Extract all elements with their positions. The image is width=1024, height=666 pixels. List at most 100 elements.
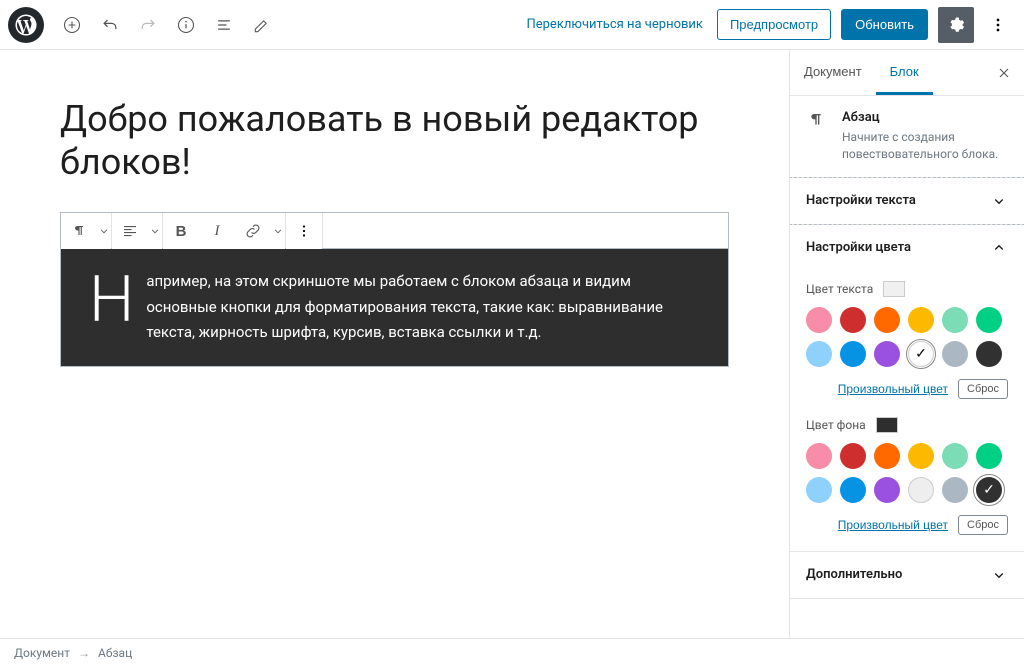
- dropcap: Н: [89, 273, 134, 327]
- switch-to-draft-link[interactable]: Переключиться на черновик: [514, 17, 715, 32]
- custom-text-color-link[interactable]: Произвольный цвет: [838, 382, 948, 396]
- block-more-button[interactable]: [286, 213, 322, 249]
- color-option[interactable]: [908, 477, 934, 503]
- link-button[interactable]: [235, 213, 271, 249]
- chevron-down-icon: [148, 222, 162, 240]
- color-option[interactable]: [874, 341, 900, 367]
- color-option[interactable]: [908, 307, 934, 333]
- chevron-down-icon: [990, 192, 1008, 210]
- settings-sidebar: Документ Блок Абзац Начните с создания п…: [789, 50, 1024, 638]
- editor-canvas: Добро пожаловать в новый редактор блоков…: [0, 50, 789, 638]
- outline-button[interactable]: [206, 7, 242, 43]
- add-block-button[interactable]: [54, 7, 90, 43]
- reset-text-color-button[interactable]: Сброс: [958, 379, 1008, 399]
- italic-button[interactable]: I: [199, 213, 235, 249]
- paragraph-block[interactable]: Н апример, на этом скриншоте мы работаем…: [61, 249, 728, 366]
- dots-vertical-icon: [988, 15, 1008, 35]
- breadcrumb: Документ → Абзац: [0, 638, 1024, 666]
- bg-color-swatch: [876, 417, 898, 433]
- check-icon: ✓: [976, 477, 1002, 503]
- breadcrumb-current[interactable]: Абзац: [98, 646, 132, 660]
- color-option[interactable]: [874, 477, 900, 503]
- panel-text-settings[interactable]: Настройки текста: [789, 177, 1024, 225]
- block-type-button[interactable]: [61, 213, 97, 249]
- align-left-icon: [121, 222, 139, 240]
- bg-color-label: Цвет фона: [806, 418, 866, 432]
- paragraph-icon: [70, 222, 88, 240]
- edit-button[interactable]: [244, 7, 280, 43]
- preview-button[interactable]: Предпросмотр: [717, 9, 831, 40]
- block-toolbar: B I: [61, 213, 728, 249]
- text-color-palette: ✓: [806, 307, 1008, 367]
- check-icon: ✓: [909, 342, 933, 366]
- block-info-desc: Начните с создания повествовательного бл…: [842, 129, 1008, 163]
- color-option[interactable]: [976, 341, 1002, 367]
- color-option[interactable]: [874, 307, 900, 333]
- color-option[interactable]: [942, 341, 968, 367]
- dots-vertical-icon: [295, 222, 313, 240]
- sidebar-tabs: Документ Блок: [790, 50, 1024, 96]
- color-option[interactable]: [942, 477, 968, 503]
- reset-bg-color-button[interactable]: Сброс: [958, 515, 1008, 535]
- top-toolbar: Переключиться на черновик Предпросмотр О…: [0, 0, 1024, 50]
- tab-document[interactable]: Документ: [790, 50, 876, 95]
- undo-button[interactable]: [92, 7, 128, 43]
- plus-circle-icon: [62, 15, 82, 35]
- text-color-swatch: [883, 281, 905, 297]
- custom-bg-color-link[interactable]: Произвольный цвет: [838, 518, 948, 532]
- paragraph-block-wrapper: B I Н апример, на этом скриншоте мы рабо…: [60, 212, 729, 367]
- redo-icon: [138, 15, 158, 35]
- list-icon: [214, 15, 234, 35]
- color-option[interactable]: ✓: [908, 341, 934, 367]
- color-option[interactable]: [840, 443, 866, 469]
- close-icon: [996, 65, 1012, 81]
- block-type-dropdown[interactable]: [97, 213, 111, 249]
- chevron-up-icon: [990, 239, 1008, 257]
- color-option[interactable]: [976, 307, 1002, 333]
- link-icon: [244, 222, 262, 240]
- update-button[interactable]: Обновить: [841, 9, 928, 40]
- color-option[interactable]: [976, 443, 1002, 469]
- color-option[interactable]: [840, 341, 866, 367]
- block-info: Абзац Начните с создания повествовательн…: [790, 96, 1024, 178]
- breadcrumb-root[interactable]: Документ: [14, 646, 70, 660]
- wordpress-logo[interactable]: [8, 7, 44, 43]
- color-option[interactable]: [942, 443, 968, 469]
- chevron-down-icon: [271, 222, 285, 240]
- close-sidebar-button[interactable]: [984, 50, 1024, 95]
- post-title[interactable]: Добро пожаловать в новый редактор блоков…: [60, 98, 729, 184]
- panel-color-settings[interactable]: Настройки цвета: [790, 225, 1024, 271]
- color-option[interactable]: [806, 307, 832, 333]
- color-option[interactable]: [806, 341, 832, 367]
- paragraph-text: апример, на этом скриншоте мы работаем с…: [146, 272, 663, 341]
- gear-icon: [947, 16, 965, 34]
- align-button[interactable]: [112, 213, 148, 249]
- chevron-down-icon: [990, 566, 1008, 584]
- text-color-label: Цвет текста: [806, 282, 873, 296]
- color-option[interactable]: [840, 307, 866, 333]
- wordpress-icon: [15, 14, 37, 36]
- paragraph-icon: [806, 110, 828, 163]
- undo-icon: [100, 15, 120, 35]
- color-option[interactable]: [942, 307, 968, 333]
- pencil-icon: [252, 15, 272, 35]
- color-option[interactable]: [874, 443, 900, 469]
- color-option[interactable]: [908, 443, 934, 469]
- color-option[interactable]: [806, 443, 832, 469]
- redo-button[interactable]: [130, 7, 166, 43]
- bold-button[interactable]: B: [163, 213, 199, 249]
- color-option[interactable]: [806, 477, 832, 503]
- chevron-down-icon: [97, 222, 111, 240]
- color-option[interactable]: [840, 477, 866, 503]
- bg-color-palette: ✓: [806, 443, 1008, 503]
- tab-block[interactable]: Блок: [876, 50, 933, 95]
- settings-button[interactable]: [938, 7, 974, 43]
- more-menu-button[interactable]: [980, 7, 1016, 43]
- panel-additional[interactable]: Дополнительно: [790, 552, 1024, 598]
- block-info-title: Абзац: [842, 110, 1008, 125]
- info-icon: [176, 15, 196, 35]
- align-dropdown[interactable]: [148, 213, 162, 249]
- info-button[interactable]: [168, 7, 204, 43]
- more-format-dropdown[interactable]: [271, 213, 285, 249]
- color-option[interactable]: ✓: [976, 477, 1002, 503]
